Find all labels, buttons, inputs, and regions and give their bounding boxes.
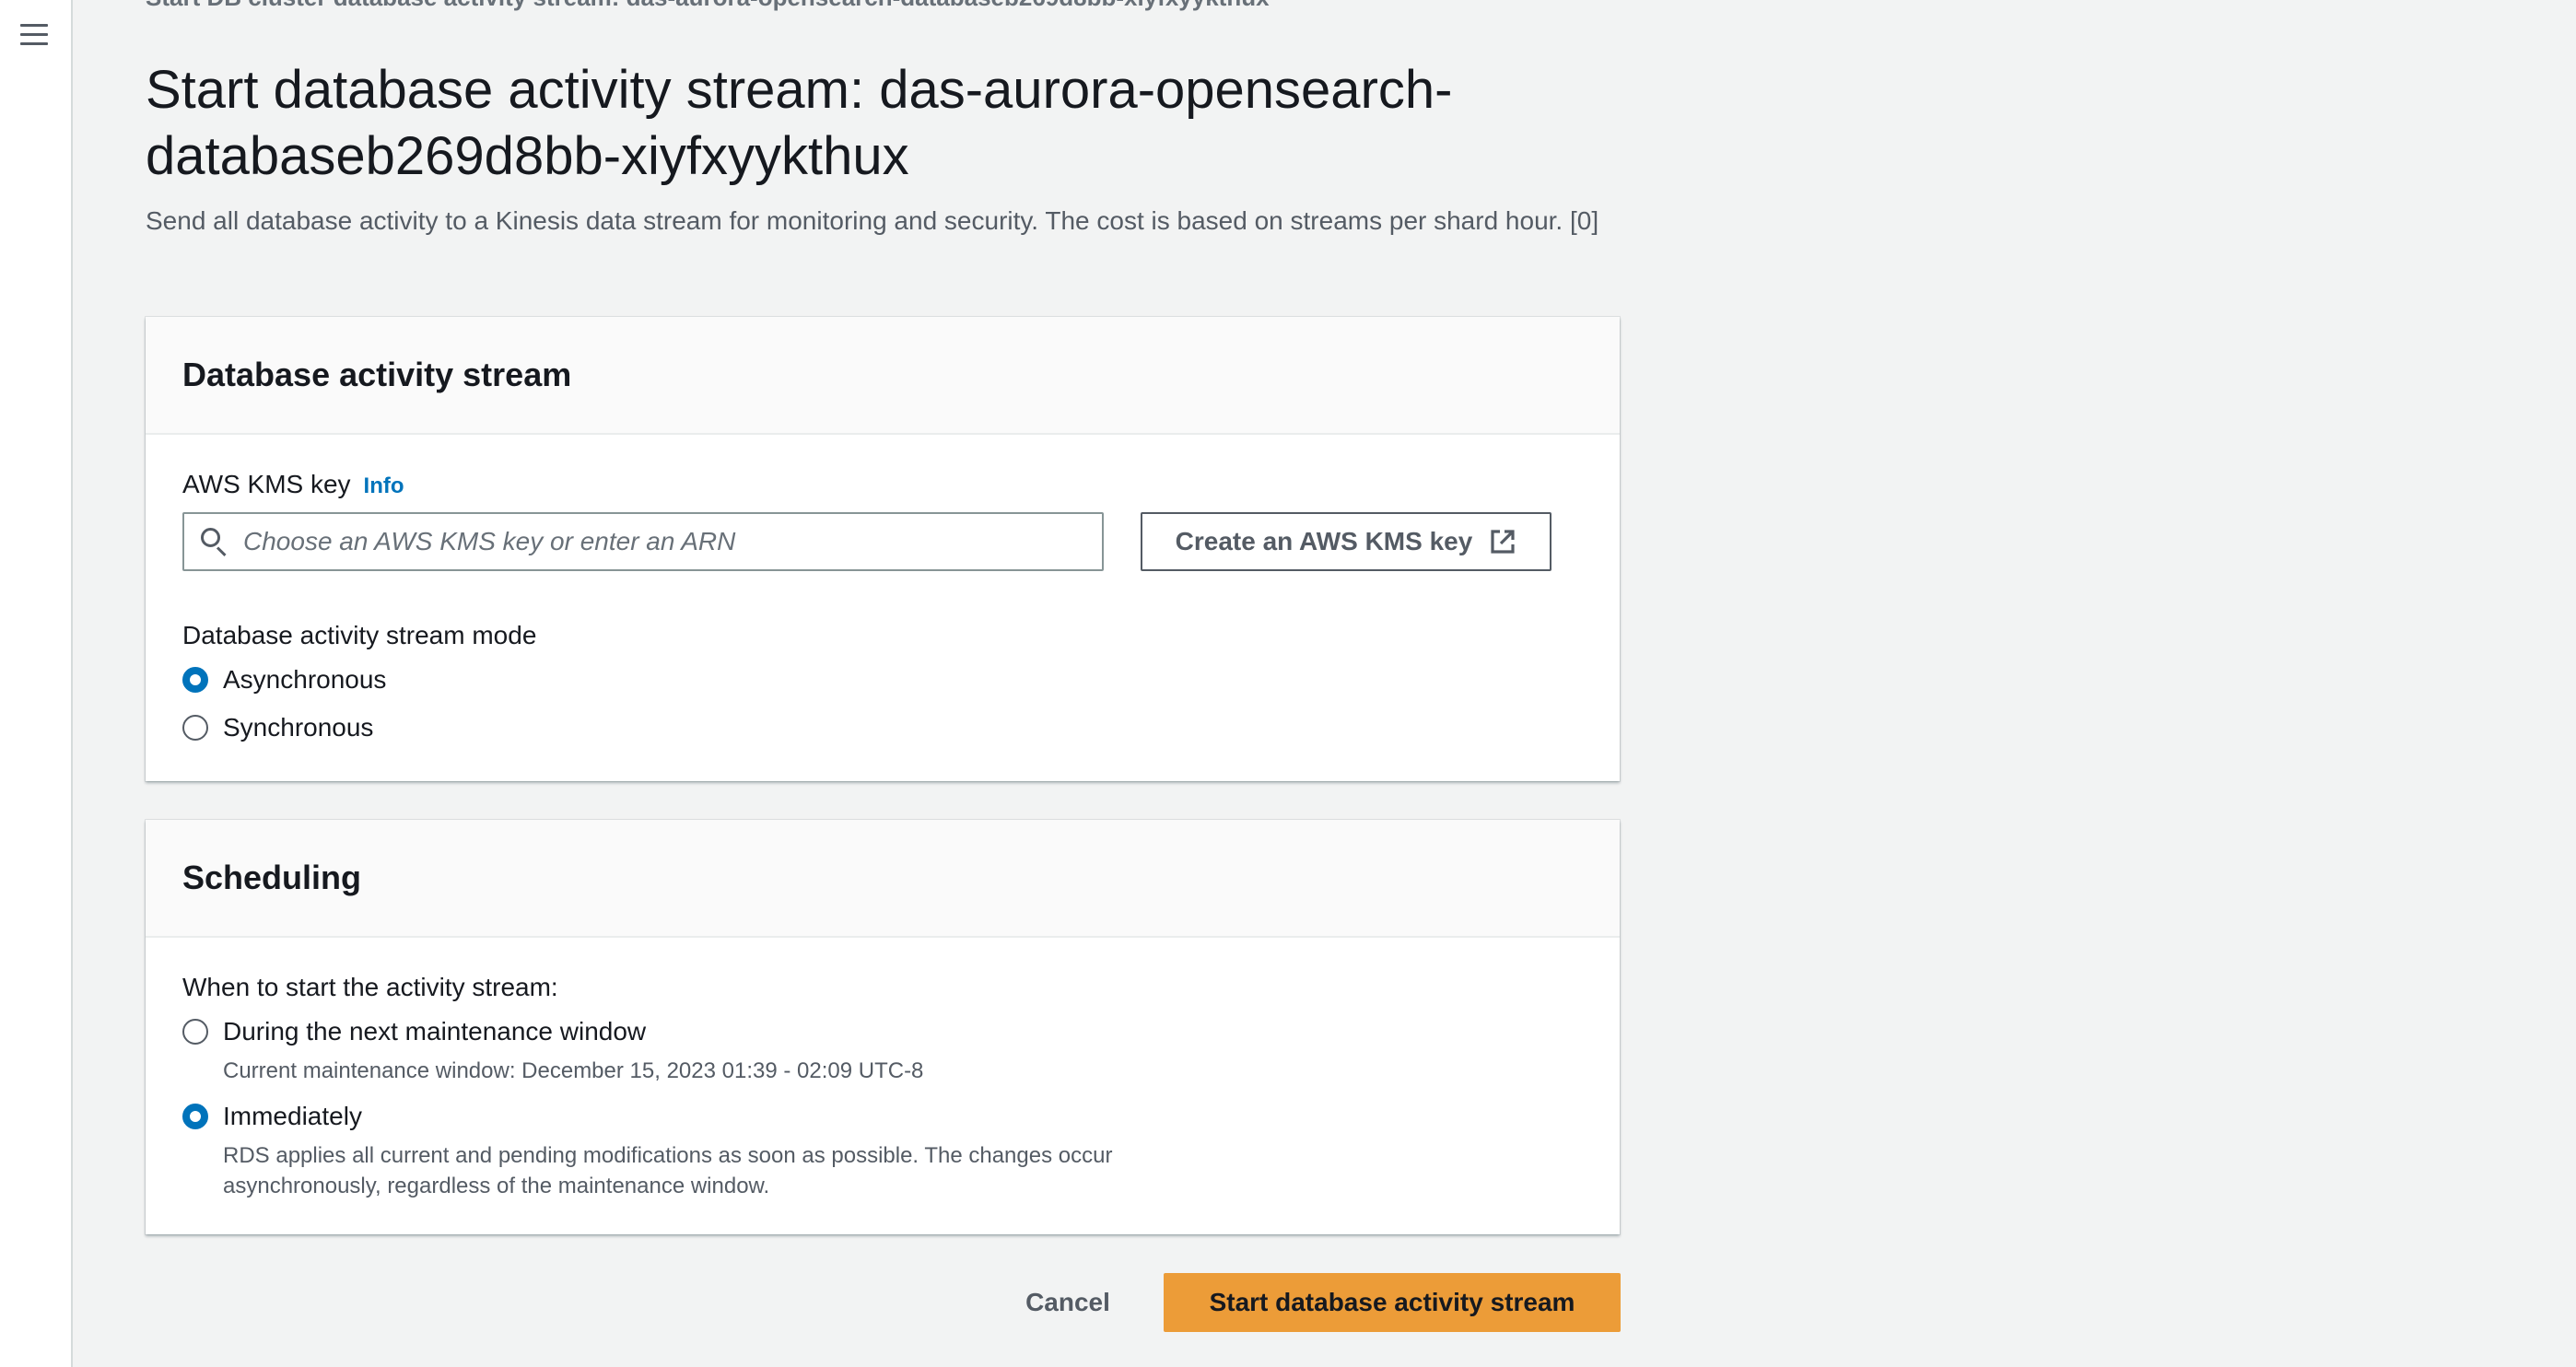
external-link-icon: [1491, 530, 1515, 554]
info-link[interactable]: Info: [364, 473, 404, 498]
breadcrumb: Start DB cluster database activity strea…: [146, 0, 1270, 12]
radio-label: Synchronous: [223, 713, 374, 742]
radio-synchronous[interactable]: Synchronous: [182, 713, 373, 742]
radio-label: Immediately: [223, 1102, 362, 1130]
panel-title: Scheduling: [182, 859, 362, 896]
page-title: Start database activity stream: das-auro…: [146, 60, 1453, 186]
scheduling-panel: Scheduling When to start the activity st…: [146, 820, 1620, 1234]
search-icon: [199, 526, 230, 557]
radio-button-selected[interactable]: [182, 1104, 208, 1129]
kms-key-label: AWS KMS key Info: [182, 470, 404, 499]
radio-label: Asynchronous: [223, 665, 387, 694]
when-to-start-label: When to start the activity stream:: [182, 973, 558, 1001]
page-description: Send all database activity to a Kinesis …: [146, 206, 1599, 235]
maintenance-window-description: Current maintenance window: December 15,…: [223, 1058, 924, 1083]
radio-button-selected[interactable]: [182, 667, 208, 693]
create-kms-key-button[interactable]: Create an AWS KMS key: [1141, 512, 1551, 571]
radio-asynchronous[interactable]: Asynchronous: [182, 665, 386, 695]
hamburger-menu-icon[interactable]: [20, 24, 48, 48]
kms-key-label-text: AWS KMS key: [182, 470, 351, 498]
radio-button[interactable]: [182, 715, 208, 741]
create-kms-key-label: Create an AWS KMS key: [1175, 527, 1473, 555]
side-navigation-rail: [0, 0, 73, 1367]
radio-next-maintenance-window[interactable]: During the next maintenance window: [182, 1017, 646, 1046]
radio-button[interactable]: [182, 1019, 208, 1045]
stream-mode-label: Database activity stream mode: [182, 621, 537, 649]
kms-key-search-field[interactable]: [182, 512, 1104, 571]
database-activity-stream-panel: Database activity stream AWS KMS key Info…: [146, 317, 1620, 781]
panel-header: Scheduling: [146, 820, 1620, 938]
kms-key-input[interactable]: [243, 527, 1072, 556]
panel-title: Database activity stream: [182, 356, 572, 393]
radio-label: During the next maintenance window: [223, 1017, 647, 1046]
cancel-button[interactable]: Cancel: [991, 1273, 1144, 1332]
panel-header: Database activity stream: [146, 317, 1620, 435]
start-activity-stream-button[interactable]: Start database activity stream: [1164, 1273, 1621, 1332]
immediately-description: RDS applies all current and pending modi…: [223, 1143, 1113, 1198]
radio-immediately[interactable]: Immediately: [182, 1102, 362, 1131]
